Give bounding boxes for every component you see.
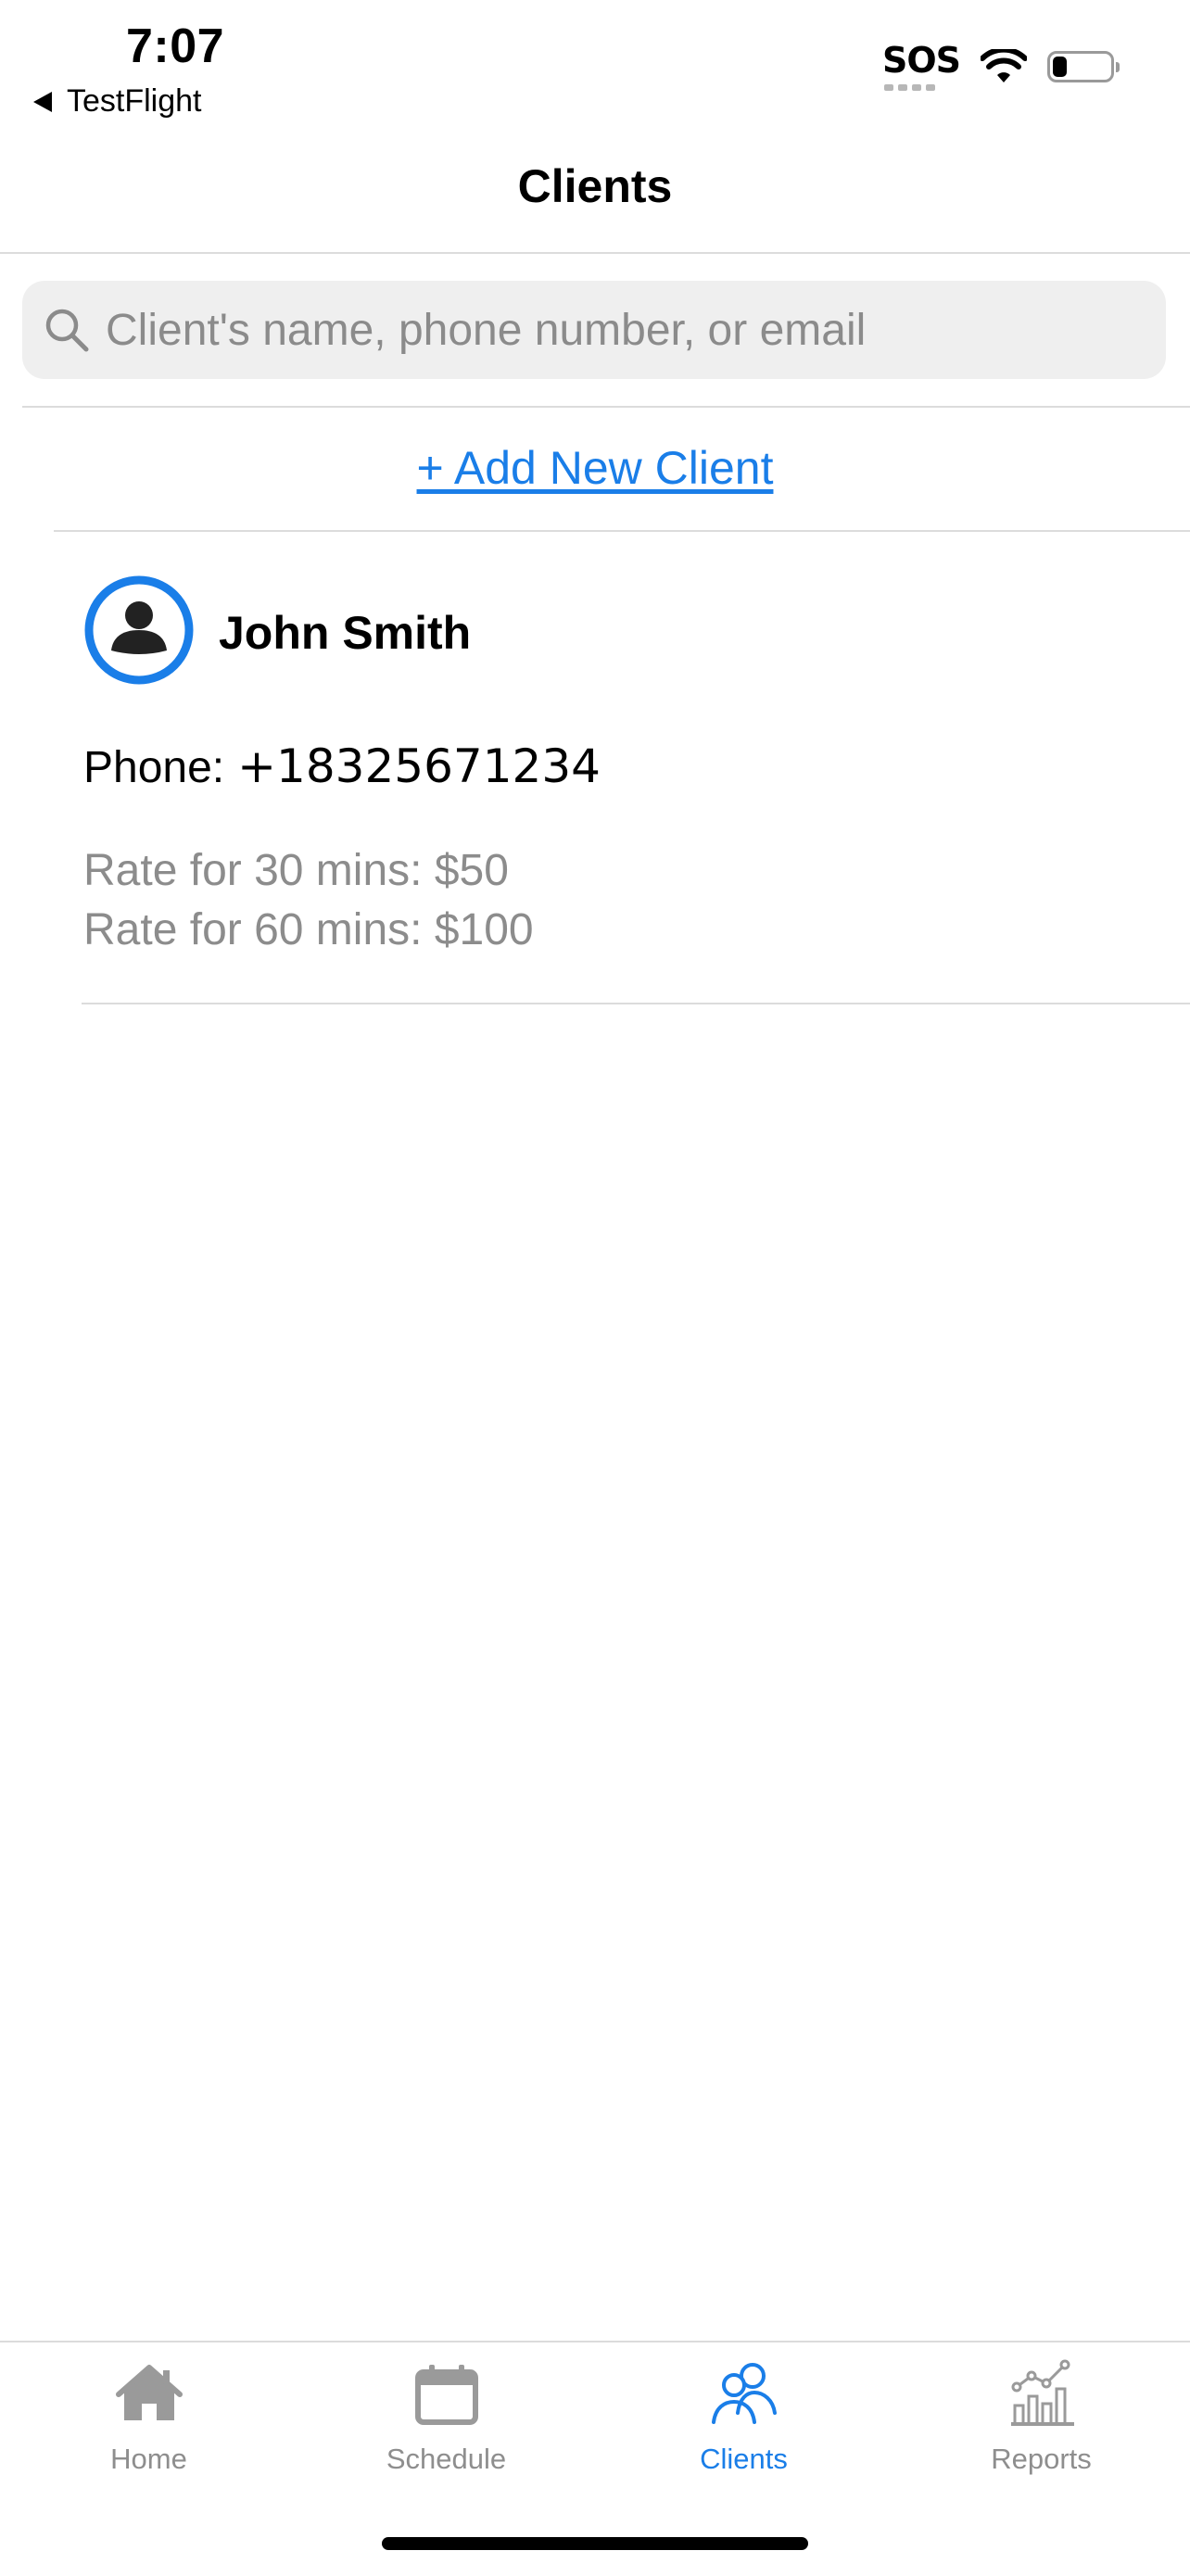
- search-icon: [45, 309, 89, 352]
- client-card[interactable]: John Smith Phone: +18325671234 Rate for …: [83, 532, 1190, 1004]
- wifi-icon: [981, 49, 1027, 82]
- client-name: John Smith: [219, 607, 472, 659]
- person-icon: [84, 575, 194, 685]
- tab-label-schedule: Schedule: [386, 2443, 507, 2475]
- header-divider: [0, 252, 1190, 254]
- phone-label: Phone:: [83, 743, 225, 792]
- battery-level: [1053, 57, 1067, 77]
- calendar-icon: [414, 2365, 478, 2425]
- rate-30-mins: Rate for 30 mins: $50: [83, 846, 509, 895]
- back-app-label: TestFlight: [67, 83, 202, 119]
- tab-clients[interactable]: Clients: [595, 2355, 892, 2476]
- client-divider: [82, 1003, 1190, 1004]
- signal-dots: [883, 84, 935, 91]
- search-input[interactable]: [106, 304, 1166, 356]
- status-time: 7:07: [126, 19, 225, 73]
- back-to-testflight-link[interactable]: TestFlight: [33, 83, 202, 120]
- add-new-client-row: + Add New Client: [0, 441, 1190, 495]
- tab-label-home: Home: [110, 2443, 187, 2475]
- page-title: Clients: [517, 160, 673, 212]
- battery-icon: [1047, 51, 1120, 82]
- tab-schedule[interactable]: Schedule: [298, 2355, 595, 2476]
- chart-icon: [1010, 2359, 1074, 2426]
- house-icon: [115, 2365, 183, 2420]
- tab-reports[interactable]: Reports: [892, 2355, 1190, 2476]
- tab-label-clients: Clients: [700, 2443, 788, 2475]
- add-new-client-link[interactable]: + Add New Client: [417, 442, 774, 494]
- status-bar: 7:07 TestFlight SOS: [0, 0, 1190, 130]
- people-icon: [711, 2363, 777, 2424]
- tab-label-reports: Reports: [991, 2443, 1092, 2475]
- home-indicator[interactable]: [382, 2537, 808, 2550]
- search-bar[interactable]: [22, 281, 1166, 379]
- search-divider: [22, 406, 1190, 408]
- status-indicators: SOS: [881, 40, 1120, 91]
- back-triangle-icon: [33, 91, 52, 112]
- sos-label: SOS: [881, 40, 961, 81]
- client-phone-row: Phone: +18325671234: [83, 739, 601, 793]
- sos-icon: SOS: [881, 40, 961, 91]
- tab-home[interactable]: Home: [0, 2355, 298, 2476]
- phone-number[interactable]: +18325671234: [237, 739, 601, 793]
- rate-60-mins: Rate for 60 mins: $100: [83, 905, 534, 954]
